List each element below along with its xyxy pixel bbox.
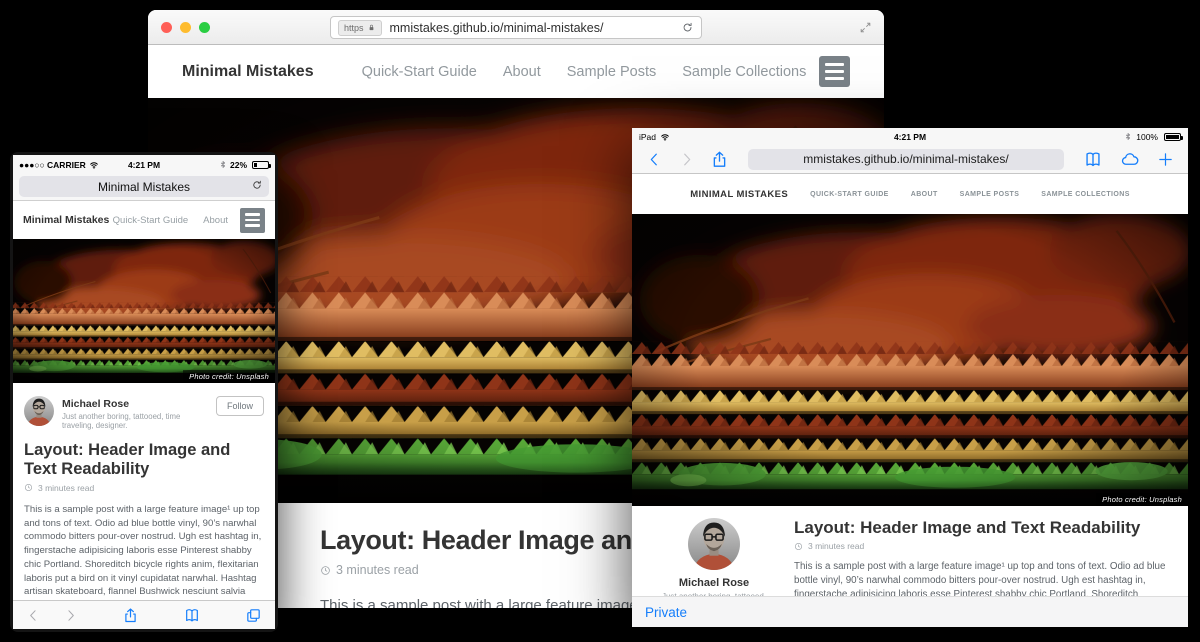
composition-canvas: https mmistakes.github.io/minimal-mistak… <box>0 0 1200 642</box>
clock-icon <box>794 542 803 551</box>
nav-link-quick-start-guide[interactable]: Quick-Start Guide <box>113 215 189 226</box>
back-button[interactable] <box>26 608 41 623</box>
site-brand-link[interactable]: Minimal Mistakes <box>690 189 788 200</box>
share-icon[interactable] <box>122 607 139 624</box>
author-sidebar: Michael Rose Just another boring, tattoo… <box>656 518 772 596</box>
https-badge: https <box>338 20 382 36</box>
bluetooth-icon <box>219 160 227 169</box>
url-text: mmistakes.github.io/minimal-mistakes/ <box>390 21 681 35</box>
post-meta: 3 minutes read <box>794 541 1168 551</box>
menu-hamburger-button[interactable] <box>819 56 850 87</box>
ipad-browser-toolbar: mmistakes.github.io/minimal-mistakes/ <box>632 145 1188 174</box>
post-title: Layout: Header Image and Text Readabilit… <box>794 518 1168 538</box>
photo-credit-badge: Photo credit: Unsplash <box>183 370 275 383</box>
site-masthead: Minimal Mistakes Quick-Start Guide About… <box>148 45 884 98</box>
post-title: Layout: Header Image and Text Readabilit… <box>24 441 264 479</box>
photo-credit-badge: Photo credit: Unsplash <box>1096 493 1188 506</box>
minimize-window-button[interactable] <box>180 22 191 33</box>
clock-icon <box>24 483 33 492</box>
battery-icon <box>1164 133 1181 141</box>
iphone-screen: ●●●○○ CARRIER 4:21 PM 22% Minimal Mistak… <box>13 155 275 629</box>
refresh-icon[interactable] <box>251 179 263 191</box>
nav-link-about[interactable]: About <box>911 191 938 198</box>
clock-icon <box>320 565 331 576</box>
post-hero-image: Photo credit: Unsplash <box>632 214 1188 506</box>
forward-button[interactable] <box>63 608 78 623</box>
nav-link-sample-posts[interactable]: Sample Posts <box>567 64 656 80</box>
address-bar[interactable]: mmistakes.github.io/minimal-mistakes/ <box>748 149 1064 170</box>
carrier-signal: ●●●○○ CARRIER <box>19 160 86 170</box>
forward-button[interactable] <box>678 151 695 168</box>
battery-percent: 100% <box>1136 132 1158 142</box>
iphone-bottom-toolbar <box>13 600 275 629</box>
read-time: 3 minutes read <box>808 541 864 551</box>
leaves-photo <box>632 214 1188 506</box>
ipad-device: iPad 4:21 PM 100% mmistakes.github.io/mi… <box>632 128 1196 642</box>
site-brand-link[interactable]: Minimal Mistakes <box>182 63 314 81</box>
tabs-icon[interactable] <box>245 607 262 624</box>
site-nav: Minimal Mistakes Quick-Start Guide About <box>13 201 275 239</box>
bookmarks-icon[interactable] <box>183 607 201 624</box>
status-time: 4:21 PM <box>894 132 926 142</box>
bookmarks-icon[interactable] <box>1083 150 1103 169</box>
share-icon[interactable] <box>710 150 729 169</box>
lock-icon <box>367 23 376 32</box>
nav-link-quick-start-guide[interactable]: Quick-Start Guide <box>810 191 889 198</box>
private-label[interactable]: Private <box>645 605 687 620</box>
avatar <box>688 518 740 570</box>
nav-link-about[interactable]: About <box>503 64 541 80</box>
nav-link-sample-posts[interactable]: Sample Posts <box>960 191 1020 198</box>
author-bio: Just another boring, tattooed, time trav… <box>62 412 208 430</box>
menu-hamburger-button[interactable] <box>240 208 265 233</box>
desktop-browser-toolbar: https mmistakes.github.io/minimal-mistak… <box>148 10 884 45</box>
address-bar[interactable]: https mmistakes.github.io/minimal-mistak… <box>330 16 702 39</box>
post-main-column: Layout: Header Image and Text Readabilit… <box>772 518 1168 596</box>
status-time: 4:21 PM <box>128 160 160 170</box>
follow-button[interactable]: Follow <box>216 396 264 416</box>
author-name: Michael Rose <box>679 577 749 589</box>
zoom-window-button[interactable] <box>199 22 210 33</box>
iphone-device: ●●●○○ CARRIER 4:21 PM 22% Minimal Mistak… <box>10 152 278 632</box>
wifi-icon <box>89 160 99 170</box>
author-name: Michael Rose <box>62 398 208 410</box>
read-time: 3 minutes read <box>38 483 94 493</box>
back-button[interactable] <box>646 151 663 168</box>
address-bar[interactable]: Minimal Mistakes <box>19 176 269 197</box>
nav-link-sample-collections[interactable]: Sample Collections <box>1041 191 1129 198</box>
site-nav: Minimal Mistakes Quick-Start Guide About… <box>632 174 1188 214</box>
wifi-icon <box>660 132 670 142</box>
new-tab-icon[interactable] <box>1157 151 1174 168</box>
site-nav: Quick-Start Guide About Sample Posts Sam… <box>362 64 807 80</box>
post-article: Michael Rose Just another boring, tattoo… <box>13 383 275 629</box>
icloud-tabs-icon[interactable] <box>1118 150 1142 169</box>
post-article: Michael Rose Just another boring, tattoo… <box>632 506 1188 596</box>
post-paragraph: This is a sample post with a large featu… <box>794 560 1168 596</box>
site-brand-link[interactable]: Minimal Mistakes <box>23 214 109 226</box>
battery-percent: 22% <box>230 160 247 170</box>
refresh-icon[interactable] <box>681 21 694 34</box>
leaves-photo <box>13 239 275 383</box>
battery-icon <box>252 161 269 169</box>
iphone-status-bar: ●●●○○ CARRIER 4:21 PM 22% <box>13 155 275 174</box>
page-title: Minimal Mistakes <box>98 180 190 194</box>
device-label: iPad <box>639 132 656 142</box>
read-time: 3 minutes read <box>336 563 419 577</box>
close-window-button[interactable] <box>161 22 172 33</box>
ipad-screen: iPad 4:21 PM 100% mmistakes.github.io/mi… <box>632 128 1188 627</box>
private-browsing-bar: Private <box>632 596 1188 627</box>
https-label: https <box>344 23 364 33</box>
post-hero-image: Photo credit: Unsplash <box>13 239 275 383</box>
iphone-browser-toolbar: Minimal Mistakes <box>13 174 275 201</box>
post-meta: 3 minutes read <box>24 483 264 493</box>
fullscreen-expand-icon[interactable] <box>859 21 872 34</box>
author-row: Michael Rose Just another boring, tattoo… <box>24 396 264 430</box>
nav-link-quick-start-guide[interactable]: Quick-Start Guide <box>362 64 477 80</box>
nav-link-sample-collections[interactable]: Sample Collections <box>682 64 806 80</box>
ipad-status-bar: iPad 4:21 PM 100% <box>632 128 1188 145</box>
avatar <box>24 396 54 426</box>
bluetooth-icon <box>1124 132 1132 141</box>
nav-link-about[interactable]: About <box>203 215 228 226</box>
window-controls <box>161 22 210 33</box>
